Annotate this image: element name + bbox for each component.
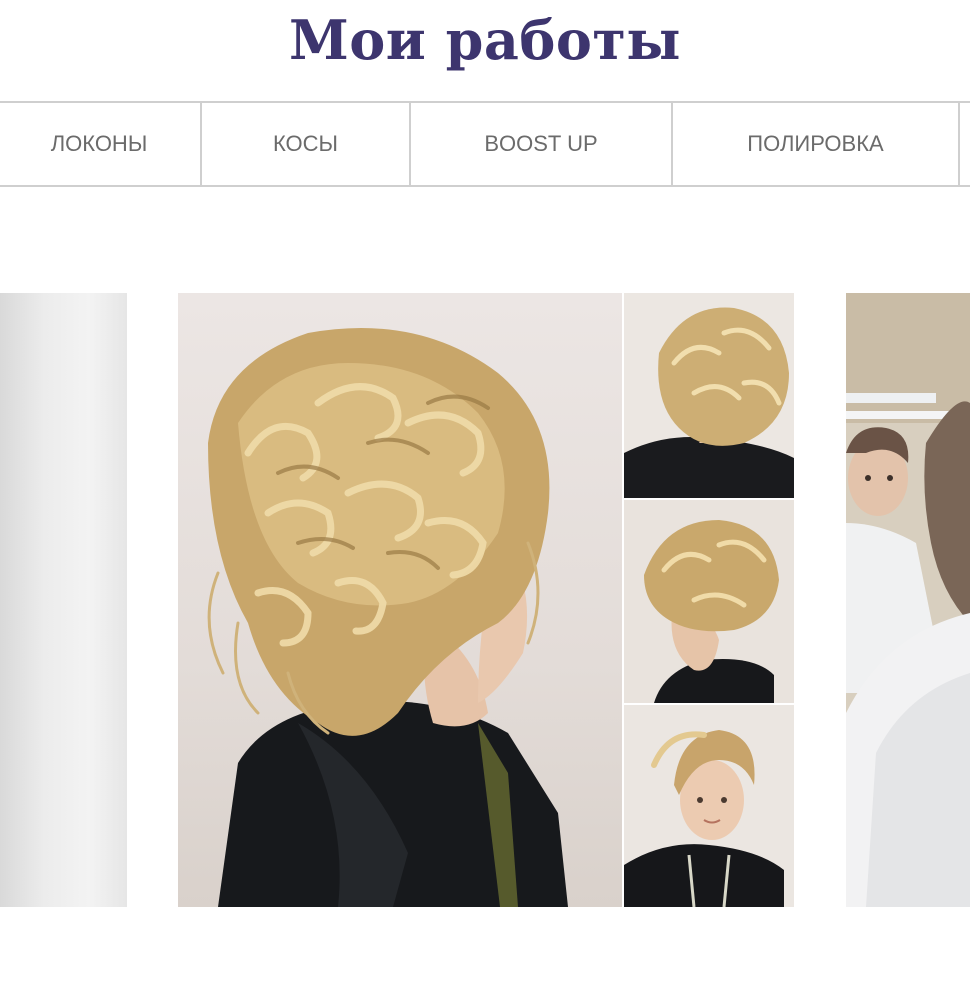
hairstyle-thumbnail-middle — [624, 500, 794, 703]
page-title: Мои работы — [288, 8, 682, 72]
tab-curls[interactable]: ЛОКОНЫ — [0, 103, 202, 185]
hairstyle-thumbnail-top — [624, 293, 794, 498]
gallery-photo-center[interactable] — [178, 293, 794, 907]
gallery-photo-left[interactable] — [0, 293, 127, 907]
tab-boost-up[interactable]: BOOST UP — [411, 103, 673, 185]
tab-braids[interactable]: КОСЫ — [202, 103, 411, 185]
filter-tabs: ЛОКОНЫ КОСЫ BOOST UP ПОЛИРОВКА — [0, 101, 970, 187]
tab-polishing[interactable]: ПОЛИРОВКА — [673, 103, 960, 185]
tab-partial[interactable] — [960, 103, 970, 185]
hairstyle-main-image — [178, 293, 622, 907]
gallery-photo-right[interactable] — [846, 293, 970, 907]
hairstyle-thumbnail-bottom — [624, 705, 794, 907]
